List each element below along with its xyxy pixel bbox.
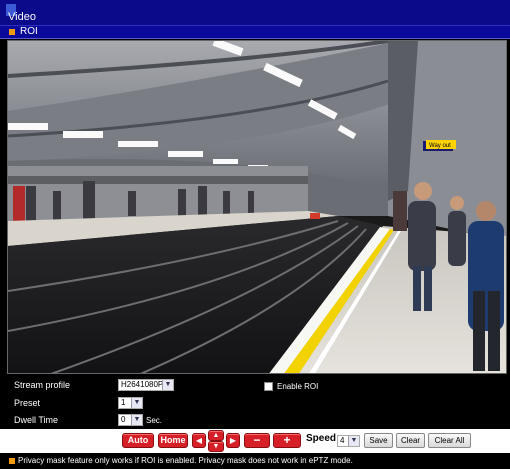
stream-profile-select[interactable]: H2641080P ▼: [118, 379, 174, 391]
preset-select[interactable]: 1 ▼: [118, 397, 143, 409]
clear-button[interactable]: Clear: [396, 433, 425, 448]
bullet-square-icon: [9, 458, 15, 464]
way-out-sign: Way out: [429, 143, 451, 149]
dwell-time-value: 0: [121, 415, 126, 424]
clear-all-button[interactable]: Clear All: [428, 433, 471, 448]
dwell-time-unit: Sec.: [146, 416, 163, 425]
window-title: Video: [8, 11, 36, 23]
speed-value: 4: [340, 436, 345, 445]
speed-select[interactable]: 4 ▼: [337, 435, 360, 447]
chevron-down-icon: ▼: [348, 436, 359, 446]
save-button[interactable]: Save: [364, 433, 393, 448]
arrow-up-icon: ▲: [212, 432, 220, 439]
chevron-down-icon: ▼: [162, 380, 173, 390]
pan-right-button[interactable]: ▶: [226, 433, 240, 448]
stream-profile-label: Stream profile: [14, 380, 71, 390]
tilt-control: ▲ ▼: [208, 430, 224, 452]
video-viewer[interactable]: Way out: [7, 40, 507, 374]
chevron-down-icon: ▼: [131, 398, 142, 408]
video-frame-image: Way out: [8, 41, 506, 373]
video-settings-panel: Stream profile H2641080P ▼ Enable ROI Pr…: [0, 376, 510, 429]
tilt-down-button[interactable]: ▼: [208, 441, 224, 452]
privacy-mask-note: Privacy mask feature only works if ROI i…: [0, 453, 510, 469]
bullet-square-icon: [9, 29, 15, 35]
enable-roi-label: Enable ROI: [277, 382, 319, 391]
preset-label: Preset: [14, 398, 41, 408]
arrow-left-icon: ◀: [195, 436, 203, 445]
arrow-down-icon: ▼: [212, 443, 220, 450]
tilt-up-button[interactable]: ▲: [208, 430, 224, 441]
roi-section-header: ROI: [0, 26, 510, 39]
preset-value: 1: [121, 398, 126, 407]
zoom-in-button[interactable]: +: [273, 433, 301, 448]
enable-roi-checkbox[interactable]: [264, 382, 273, 391]
dwell-time-label: Dwell Time: [14, 415, 59, 425]
home-button[interactable]: Home: [158, 433, 188, 448]
dwell-time-select[interactable]: 0 ▼: [118, 414, 143, 426]
auto-button[interactable]: Auto: [122, 433, 154, 448]
privacy-mask-note-text: Privacy mask feature only works if ROI i…: [18, 456, 353, 465]
arrow-right-icon: ▶: [229, 436, 237, 445]
speed-label: Speed: [306, 433, 337, 444]
stream-profile-value: H2641080P: [121, 380, 164, 389]
window-title-bar: Video: [0, 0, 510, 26]
chevron-down-icon: ▼: [131, 415, 142, 425]
pan-left-button[interactable]: ◀: [192, 433, 206, 448]
zoom-out-button[interactable]: −: [244, 433, 270, 448]
ptz-toolbar: Auto Home ◀ ▲ ▼ ▶ − + Speed 4 ▼ Save Cle…: [0, 429, 510, 453]
roi-section-title: ROI: [20, 26, 38, 37]
